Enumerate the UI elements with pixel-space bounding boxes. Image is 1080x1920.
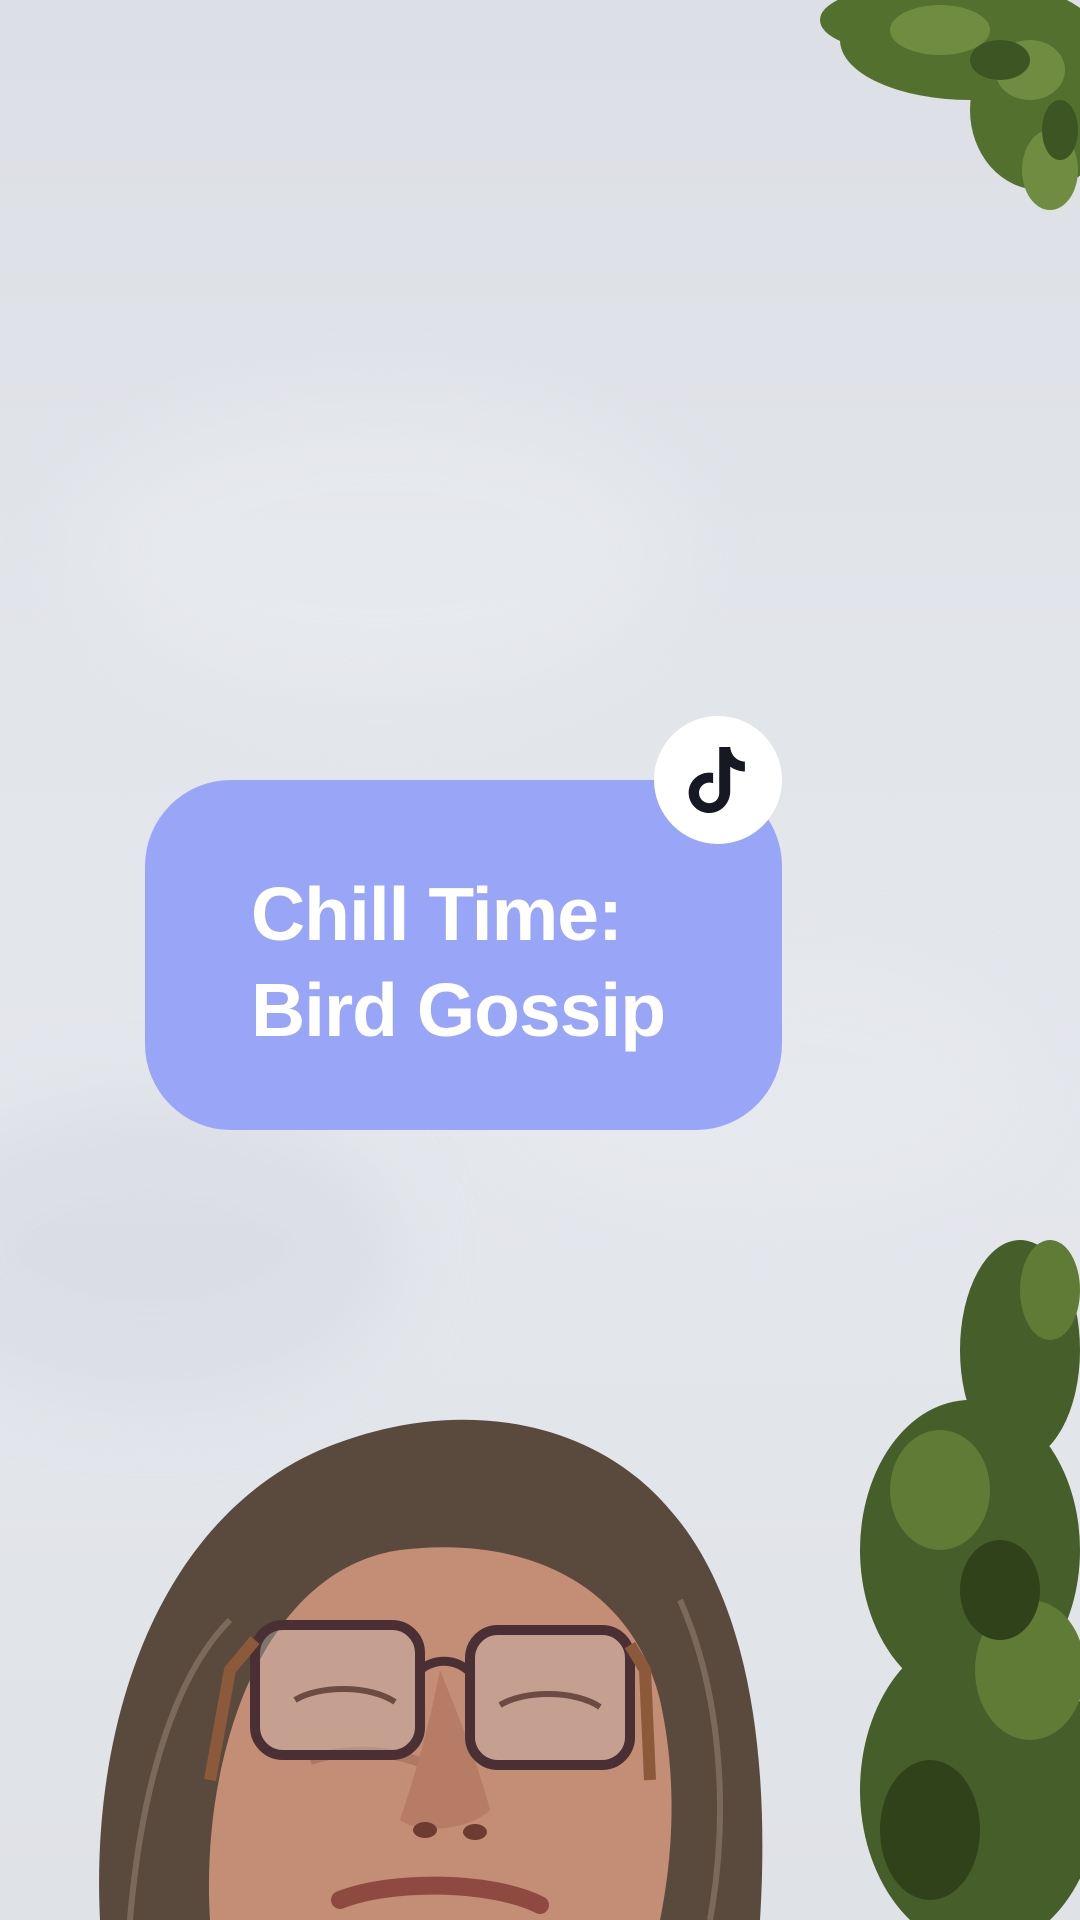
title-line-1: Chill Time:: [251, 872, 623, 956]
video-frame: Chill Time: Bird Gossip: [0, 0, 1080, 1920]
tree-foliage-top: [820, 0, 1080, 210]
person-face: [99, 1419, 763, 1920]
tiktok-logo-icon: [688, 747, 745, 813]
title-line-2: Bird Gossip: [251, 968, 666, 1052]
title-text: Chill Time: Bird Gossip: [251, 866, 666, 1058]
tiktok-logo-badge: [654, 716, 782, 844]
sky-cloud: [80, 400, 680, 700]
